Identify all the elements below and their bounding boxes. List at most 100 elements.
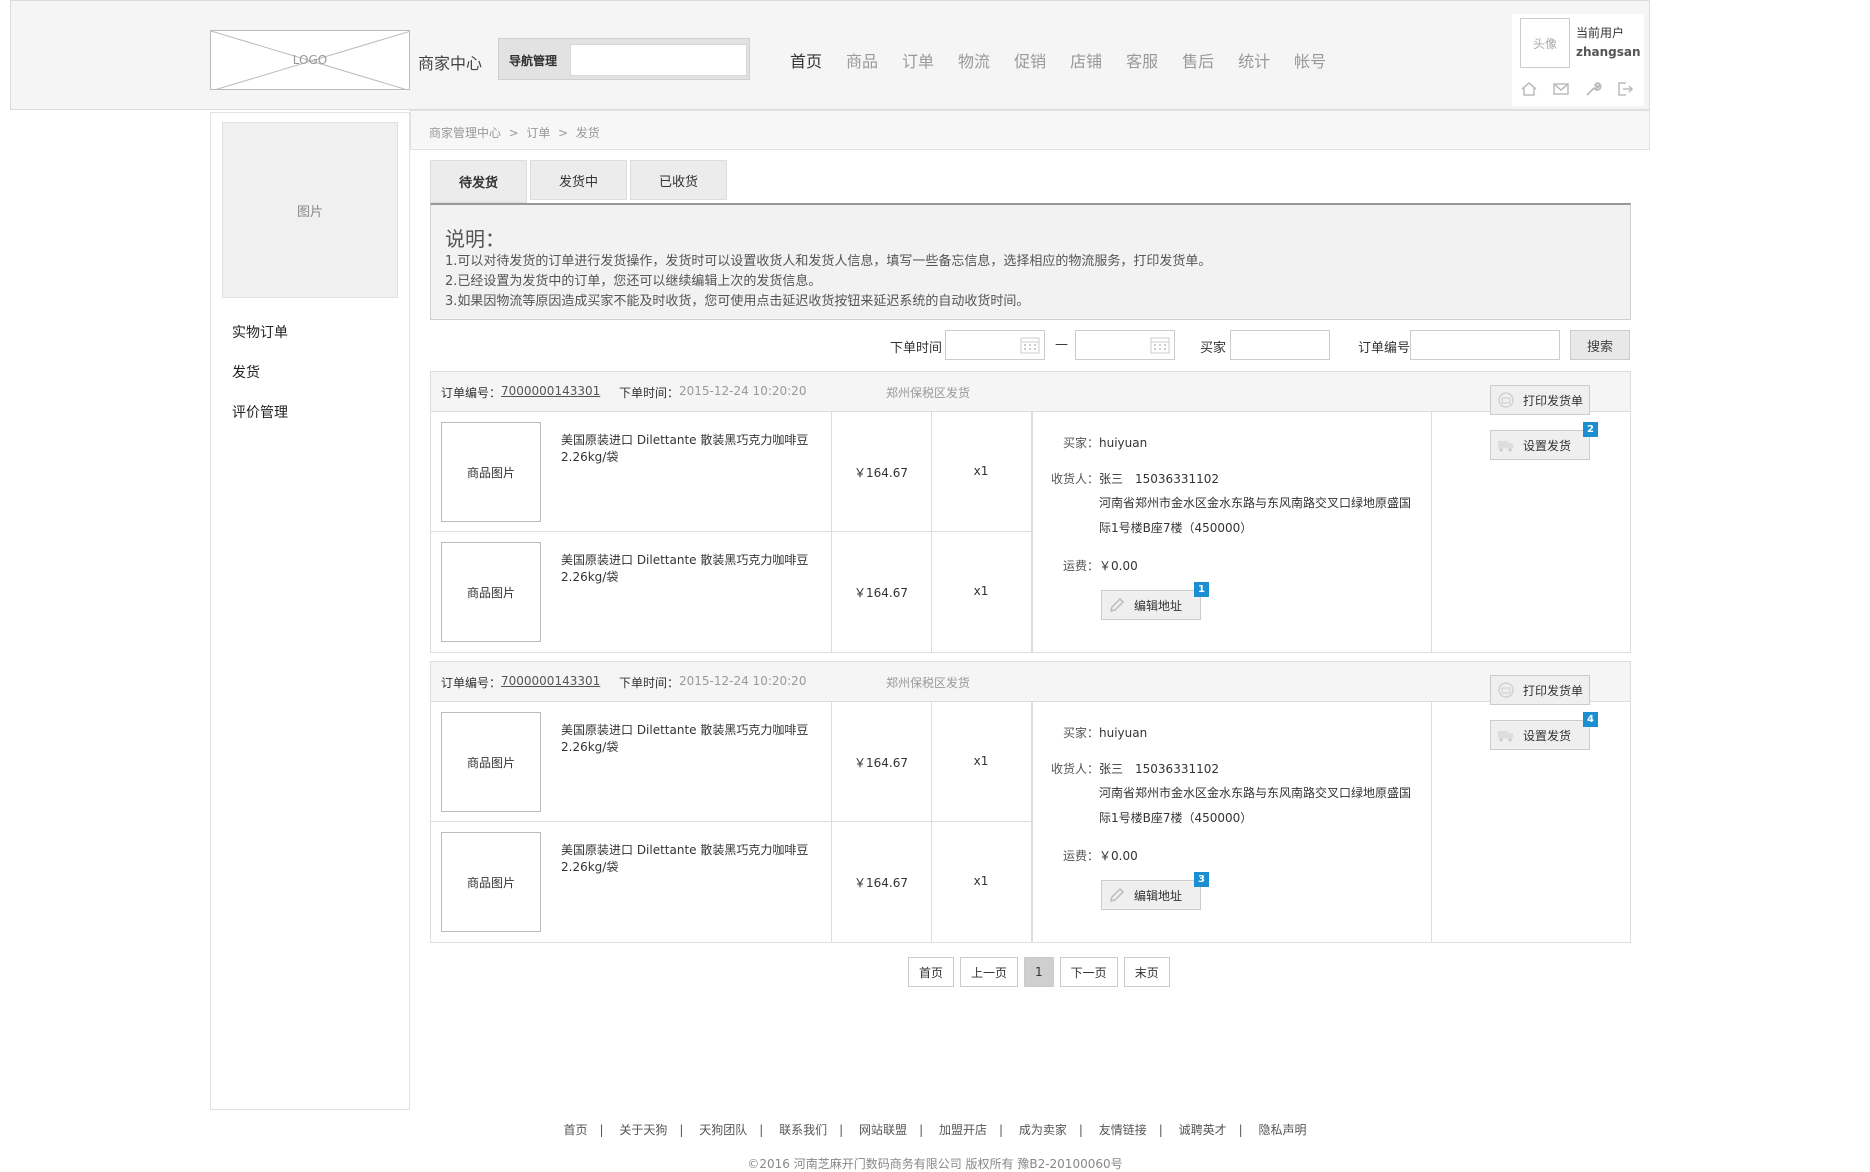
nav-item-home[interactable]: 首页: [790, 48, 822, 72]
freight-value: ￥0.00: [1099, 559, 1138, 573]
tab-received[interactable]: 已收货: [630, 160, 727, 200]
notice-line: 1.可以对待发货的订单进行发货操作，发货时可以设置收货人和发货人信息，填写一些备…: [445, 254, 1212, 269]
print-shipping-slip-button[interactable]: 打印发货单: [1490, 675, 1590, 705]
footer-link[interactable]: 联系我们: [779, 1123, 827, 1137]
nav-item-goods[interactable]: 商品: [846, 48, 878, 72]
page-prev-button[interactable]: 上一页: [960, 957, 1019, 987]
order-card: 订单编号： 7000000143301 下单时间： 2015-12-24 10:…: [430, 661, 1631, 943]
column-divider: [1031, 412, 1033, 652]
print-shipping-slip-button[interactable]: 打印发货单: [1490, 385, 1590, 415]
nav-item-stats[interactable]: 统计: [1238, 48, 1270, 72]
footer-link[interactable]: 网站联盟: [859, 1123, 907, 1137]
footer-links: 首页 | 关于天狗 | 天狗团队 | 联系我们 | 网站联盟 | 加盟开店 | 成为卖家 | …: [0, 1121, 1870, 1138]
search-button[interactable]: 搜索: [1570, 330, 1630, 360]
column-divider: [931, 412, 932, 652]
footer-link[interactable]: 首页: [563, 1123, 587, 1137]
set-shipping-button[interactable]: 设置发货: [1490, 720, 1590, 750]
column-divider: [831, 412, 832, 652]
order-time: 2015-12-24 10:20:20: [679, 674, 807, 688]
footer-link[interactable]: 加盟开店: [939, 1123, 987, 1137]
breadcrumb-orders[interactable]: 订单: [526, 126, 550, 140]
order-no-input[interactable]: [1410, 330, 1560, 360]
product-name[interactable]: 美国原装进口 Dilettante 散装黑巧克力咖啡豆 2.26kg/袋: [561, 552, 811, 586]
set-shipping-button[interactable]: 设置发货: [1490, 430, 1590, 460]
order-no-link[interactable]: 7000000143301: [501, 384, 600, 398]
address-line: 河南省郑州市金水区金水东路与东风南路交叉口绿地原盛国: [1099, 496, 1412, 510]
order-card: 订单编号： 7000000143301 下单时间： 2015-12-24 10:…: [430, 371, 1631, 653]
start-date-input[interactable]: [945, 330, 1045, 360]
nav-manage-input[interactable]: [570, 44, 747, 76]
footer-sep: |: [679, 1123, 684, 1137]
sidebar-item-reviews[interactable]: 评价管理: [232, 402, 288, 422]
footer-link[interactable]: 关于天狗: [619, 1123, 667, 1137]
footer-link[interactable]: 友情链接: [1099, 1123, 1147, 1137]
product-name[interactable]: 美国原装进口 Dilettante 散装黑巧克力咖啡豆 2.26kg/袋: [561, 842, 811, 876]
nav-item-logistics[interactable]: 物流: [958, 48, 990, 72]
breadcrumb-root[interactable]: 商家管理中心: [429, 126, 501, 140]
edit-address-button[interactable]: 编辑地址: [1101, 590, 1201, 620]
print-button-label: 打印发货单: [1523, 393, 1584, 408]
nav-item-aftersale[interactable]: 售后: [1182, 48, 1214, 72]
address-line: 河南省郑州市金水区金水东路与东风南路交叉口绿地原盛国: [1099, 786, 1412, 800]
order-no-link[interactable]: 7000000143301: [501, 674, 600, 688]
footer-link[interactable]: 天狗团队: [699, 1123, 747, 1137]
avatar[interactable]: 头像: [1520, 18, 1570, 68]
order-header: 订单编号： 7000000143301 下单时间： 2015-12-24 10:…: [431, 662, 1630, 702]
page-next-button[interactable]: 下一页: [1059, 957, 1118, 987]
user-name: zhangsan: [1576, 45, 1641, 59]
mail-icon[interactable]: [1552, 80, 1570, 98]
nav-item-promotion[interactable]: 促销: [1014, 48, 1046, 72]
address-line: 际1号楼B座7楼（450000）: [1099, 811, 1253, 825]
logout-icon[interactable]: [1616, 80, 1634, 98]
wrench-icon[interactable]: [1584, 80, 1602, 98]
receiver-info: 收货人：张三 15036331102: [1051, 470, 1219, 487]
page-first-button[interactable]: 首页: [908, 957, 955, 987]
tab-shipping[interactable]: 发货中: [530, 160, 627, 200]
nav-item-account[interactable]: 帐号: [1294, 48, 1326, 72]
column-divider: [1031, 702, 1033, 942]
receiver-label: 收货人：: [1051, 472, 1100, 486]
page-current[interactable]: 1: [1024, 957, 1054, 987]
order-no-label: 订单编号：: [441, 386, 502, 400]
breadcrumb-sep: >: [558, 126, 569, 140]
product-image[interactable]: 商品图片: [441, 712, 541, 812]
calendar-icon[interactable]: [1149, 335, 1171, 355]
end-date-input[interactable]: [1075, 330, 1175, 360]
calendar-icon[interactable]: [1019, 335, 1041, 355]
footer-link[interactable]: 隐私声明: [1259, 1123, 1307, 1137]
buyer-label: 买家：: [1063, 436, 1100, 450]
product-qty: x1: [973, 754, 989, 768]
footer-sep: |: [1238, 1123, 1243, 1137]
user-icons: [1520, 80, 1634, 98]
logo-text: LOGO: [292, 53, 328, 67]
freight-info: 运费：￥0.00: [1063, 847, 1138, 864]
home-icon[interactable]: [1520, 80, 1538, 98]
footer-link[interactable]: 诚聘英才: [1179, 1123, 1227, 1137]
nav-item-service[interactable]: 客服: [1126, 48, 1158, 72]
edit-address-label: 编辑地址: [1134, 888, 1183, 903]
notice-box: 说明： 1.可以对待发货的订单进行发货操作，发货时可以设置收货人和发货人信息，填…: [430, 203, 1631, 320]
sidebar-item-physical-orders[interactable]: 实物订单: [232, 322, 288, 342]
printer-icon: [1497, 681, 1515, 699]
nav-item-orders[interactable]: 订单: [902, 48, 934, 72]
product-qty: x1: [973, 874, 989, 888]
order-time-label: 下单时间: [890, 341, 943, 356]
buyer-input[interactable]: [1230, 330, 1330, 360]
receiver-info: 收货人：张三 15036331102: [1051, 760, 1219, 777]
footer-link[interactable]: 成为卖家: [1019, 1123, 1067, 1137]
order-time-label: 下单时间：: [619, 386, 680, 400]
edit-address-button[interactable]: 编辑地址: [1101, 880, 1201, 910]
set-shipping-label: 设置发货: [1523, 728, 1572, 743]
logo[interactable]: LOGO: [210, 30, 410, 90]
product-image[interactable]: 商品图片: [441, 422, 541, 522]
nav-item-store[interactable]: 店铺: [1070, 48, 1102, 72]
sidebar-item-shipping[interactable]: 发货: [232, 362, 260, 382]
product-name[interactable]: 美国原装进口 Dilettante 散装黑巧克力咖啡豆 2.26kg/袋: [561, 432, 811, 466]
product-image[interactable]: 商品图片: [441, 542, 541, 642]
tab-pending[interactable]: 待发货: [430, 160, 527, 203]
product-name[interactable]: 美国原装进口 Dilettante 散装黑巧克力咖啡豆 2.26kg/袋: [561, 722, 811, 756]
column-divider: [1431, 412, 1432, 652]
page-last-button[interactable]: 末页: [1123, 957, 1170, 987]
product-image[interactable]: 商品图片: [441, 832, 541, 932]
freight-label: 运费：: [1063, 559, 1100, 573]
